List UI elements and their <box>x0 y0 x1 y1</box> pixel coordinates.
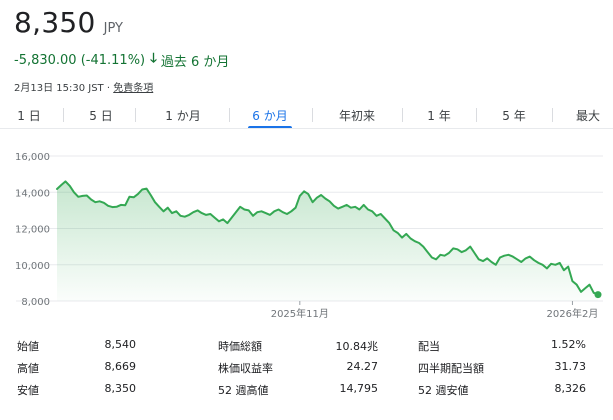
tab-divider <box>312 108 313 122</box>
stat-label: 高値 <box>17 362 39 375</box>
tabs-divider <box>0 128 613 129</box>
stat-label: 52 週安値 <box>418 384 469 397</box>
tab-divider <box>229 108 230 122</box>
stat-value: 8,350 <box>104 382 137 395</box>
x-tick-label: 2026年2月 <box>547 307 599 320</box>
y-tick-label: 8,000 <box>21 297 50 308</box>
stat-label: 四半期配当額 <box>418 362 484 375</box>
stat-label: 時価総額 <box>218 340 262 353</box>
stat-value: 24.27 <box>346 360 379 373</box>
tab-divider <box>135 108 136 122</box>
change-period: 過去 6 か月 <box>160 54 230 70</box>
stat-label: 始値 <box>17 340 39 353</box>
stat-value: 8,326 <box>554 382 587 395</box>
stat-value: 8,669 <box>104 360 137 373</box>
stat-value: 31.73 <box>554 360 587 373</box>
stat-label: 52 週高値 <box>218 384 269 397</box>
stat-label: 安値 <box>17 384 39 397</box>
disclaimer-link[interactable]: 免責条項 <box>113 83 153 94</box>
stat-label: 株価収益率 <box>218 362 273 375</box>
range-tabs: 1 日 5 日 1 か月 6 か月 年初来 1 年 5 年 最大 <box>0 101 613 129</box>
y-tick-label: 12,000 <box>15 225 50 236</box>
tab-6m[interactable]: 6 か月 <box>248 101 292 129</box>
x-tick-label: 2025年11月 <box>271 307 329 320</box>
y-tick-label: 14,000 <box>15 188 50 199</box>
price-chart[interactable]: 16,000 14,000 12,000 10,000 8,000 2025年11月 20… <box>0 140 613 325</box>
stat-value: 10.84兆 <box>335 340 379 353</box>
stat-value: 14,795 <box>339 382 379 395</box>
tab-1m[interactable]: 1 か月 <box>158 101 208 129</box>
timestamp: 2月13日 15:30 JST <box>14 83 104 94</box>
y-tick-label: 10,000 <box>15 261 50 272</box>
currency-code: JPY <box>103 21 124 36</box>
stats-row: 安値 8,350 52 週高値 14,795 52 週安値 8,326 <box>0 382 613 402</box>
stat-value: 1.52% <box>551 338 586 351</box>
tab-1d[interactable]: 1 日 <box>12 101 46 129</box>
change-value: -5,830.00 (-41.11%) <box>14 52 146 68</box>
y-tick-label: 16,000 <box>15 152 50 163</box>
price-header: 8,350 JPY <box>14 6 123 39</box>
stat-label: 配当 <box>418 340 440 353</box>
price-change: -5,830.00 (-41.11%) 🡓 過去 6 か月 <box>14 49 229 71</box>
tab-ytd[interactable]: 年初来 <box>333 101 381 129</box>
current-price: 8,350 <box>14 6 96 39</box>
stat-value: 8,540 <box>104 338 137 351</box>
tab-divider <box>552 108 553 122</box>
tab-max[interactable]: 最大 <box>570 101 606 129</box>
tab-5d[interactable]: 5 日 <box>84 101 118 129</box>
tab-divider <box>63 108 64 122</box>
last-price-marker <box>594 291 602 299</box>
tab-divider <box>476 108 477 122</box>
stats-row: 高値 8,669 株価収益率 24.27 四半期配当額 31.73 <box>0 360 613 380</box>
meta-separator: · <box>106 83 111 94</box>
tab-divider <box>402 108 403 122</box>
arrow-down-icon: 🡓 <box>150 51 157 66</box>
quote-meta: 2月13日 15:30 JST · 免責条項 <box>14 79 153 94</box>
tab-1y[interactable]: 1 年 <box>421 101 457 129</box>
stats-row: 始値 8,540 時価総額 10.84兆 配当 1.52% <box>0 338 613 358</box>
tab-5y[interactable]: 5 年 <box>496 101 532 129</box>
